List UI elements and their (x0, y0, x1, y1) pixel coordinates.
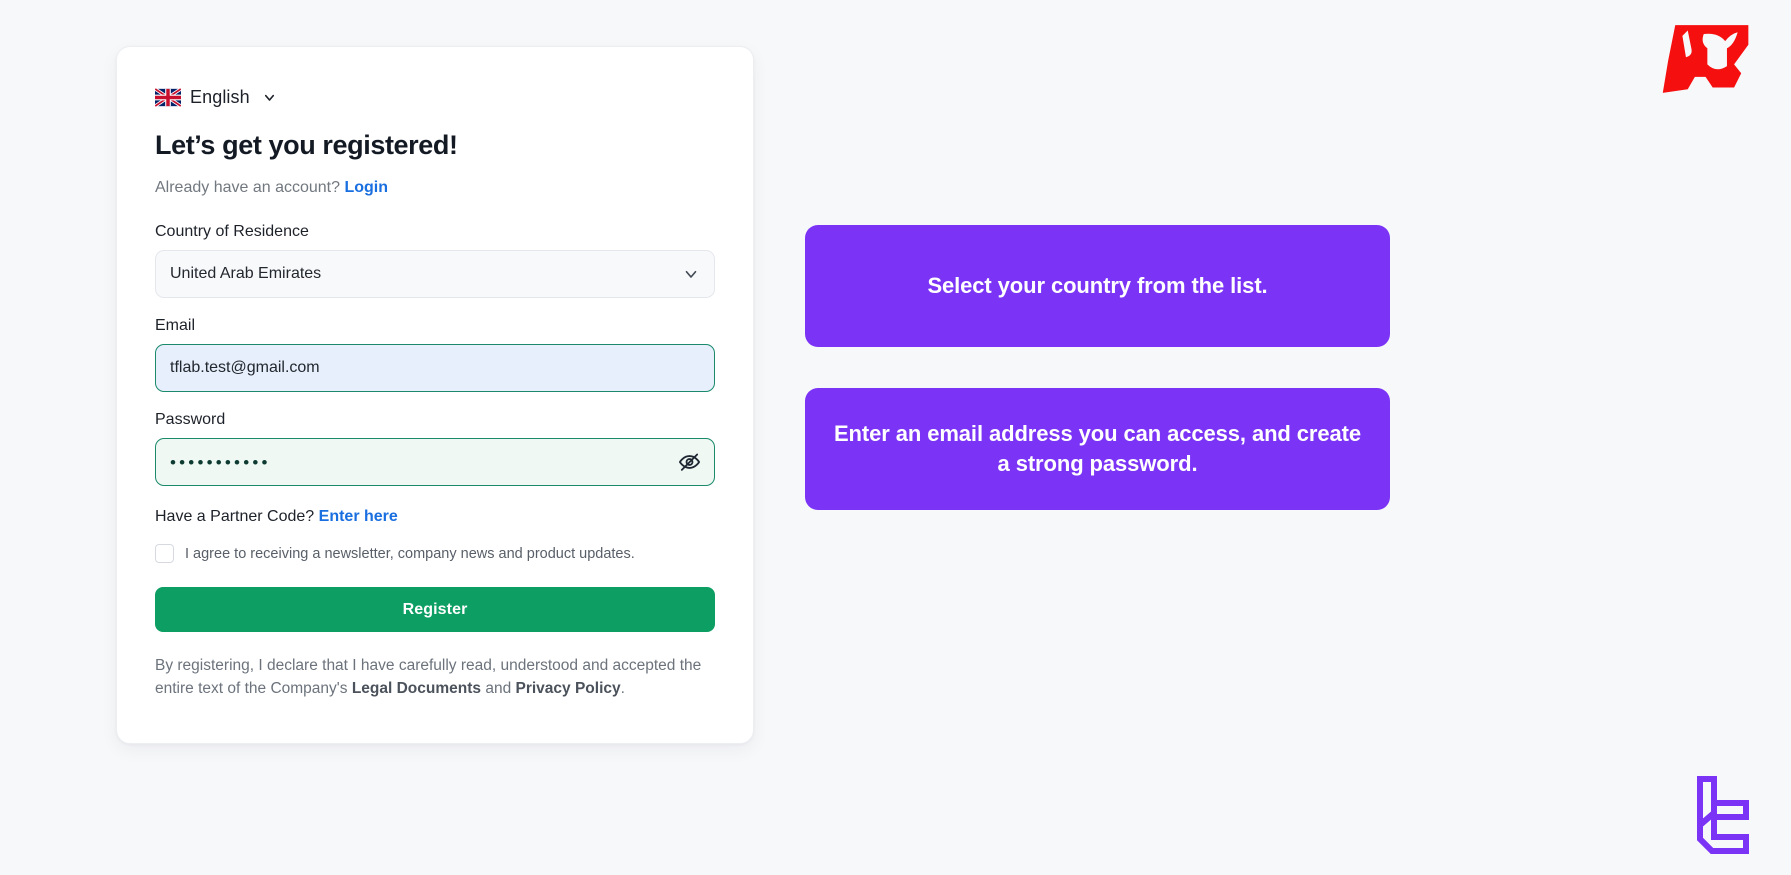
partner-code-prompt: Have a Partner Code? (155, 508, 315, 525)
chevron-down-icon (262, 90, 277, 105)
uk-flag-icon (155, 88, 181, 107)
country-selected-value: United Arab Emirates (170, 265, 322, 282)
registration-card: English Let’s get you registered! Alread… (116, 46, 754, 744)
lc-monogram-logo-icon (1684, 773, 1756, 855)
partner-code-row: Have a Partner Code? Enter here (155, 508, 715, 526)
email-field-block: Email tflab.test@gmail.com (155, 317, 715, 392)
account-prompt-text: Already have an account? (155, 179, 341, 196)
bull-head-logo-icon (1648, 18, 1756, 100)
page-title: Let’s get you registered! (155, 130, 458, 160)
email-label: Email (155, 317, 196, 334)
partner-code-link[interactable]: Enter here (319, 508, 398, 525)
chevron-down-icon (682, 265, 700, 283)
language-label: English (190, 87, 250, 107)
newsletter-label: I agree to receiving a newsletter, compa… (185, 545, 635, 562)
email-input[interactable]: tflab.test@gmail.com (155, 344, 715, 392)
password-value: ••••••••••• (170, 452, 271, 472)
privacy-policy-link[interactable]: Privacy Policy (516, 680, 621, 697)
register-button[interactable]: Register (155, 587, 715, 632)
password-input[interactable]: ••••••••••• (155, 438, 715, 486)
callout-email-password: Enter an email address you can access, a… (805, 388, 1390, 510)
legal-text-part-2: and (481, 679, 516, 697)
country-label: Country of Residence (155, 223, 309, 240)
country-field-block: Country of Residence United Arab Emirate… (155, 223, 715, 298)
country-select[interactable]: United Arab Emirates (155, 250, 715, 298)
legal-text-part-3: . (620, 679, 625, 697)
legal-disclaimer: By registering, I declare that I have ca… (155, 655, 715, 701)
account-prompt-row: Already have an account? Login (155, 179, 715, 197)
language-selector[interactable]: English (155, 87, 277, 108)
password-label: Password (155, 411, 226, 428)
eye-off-icon[interactable] (678, 451, 701, 474)
newsletter-checkbox[interactable] (155, 544, 174, 563)
newsletter-row[interactable]: I agree to receiving a newsletter, compa… (155, 544, 715, 563)
login-link[interactable]: Login (344, 179, 388, 196)
legal-documents-link[interactable]: Legal Documents (352, 680, 481, 697)
email-value: tflab.test@gmail.com (170, 359, 320, 376)
callout-select-country: Select your country from the list. (805, 225, 1390, 347)
password-field-block: Password ••••••••••• (155, 411, 715, 486)
